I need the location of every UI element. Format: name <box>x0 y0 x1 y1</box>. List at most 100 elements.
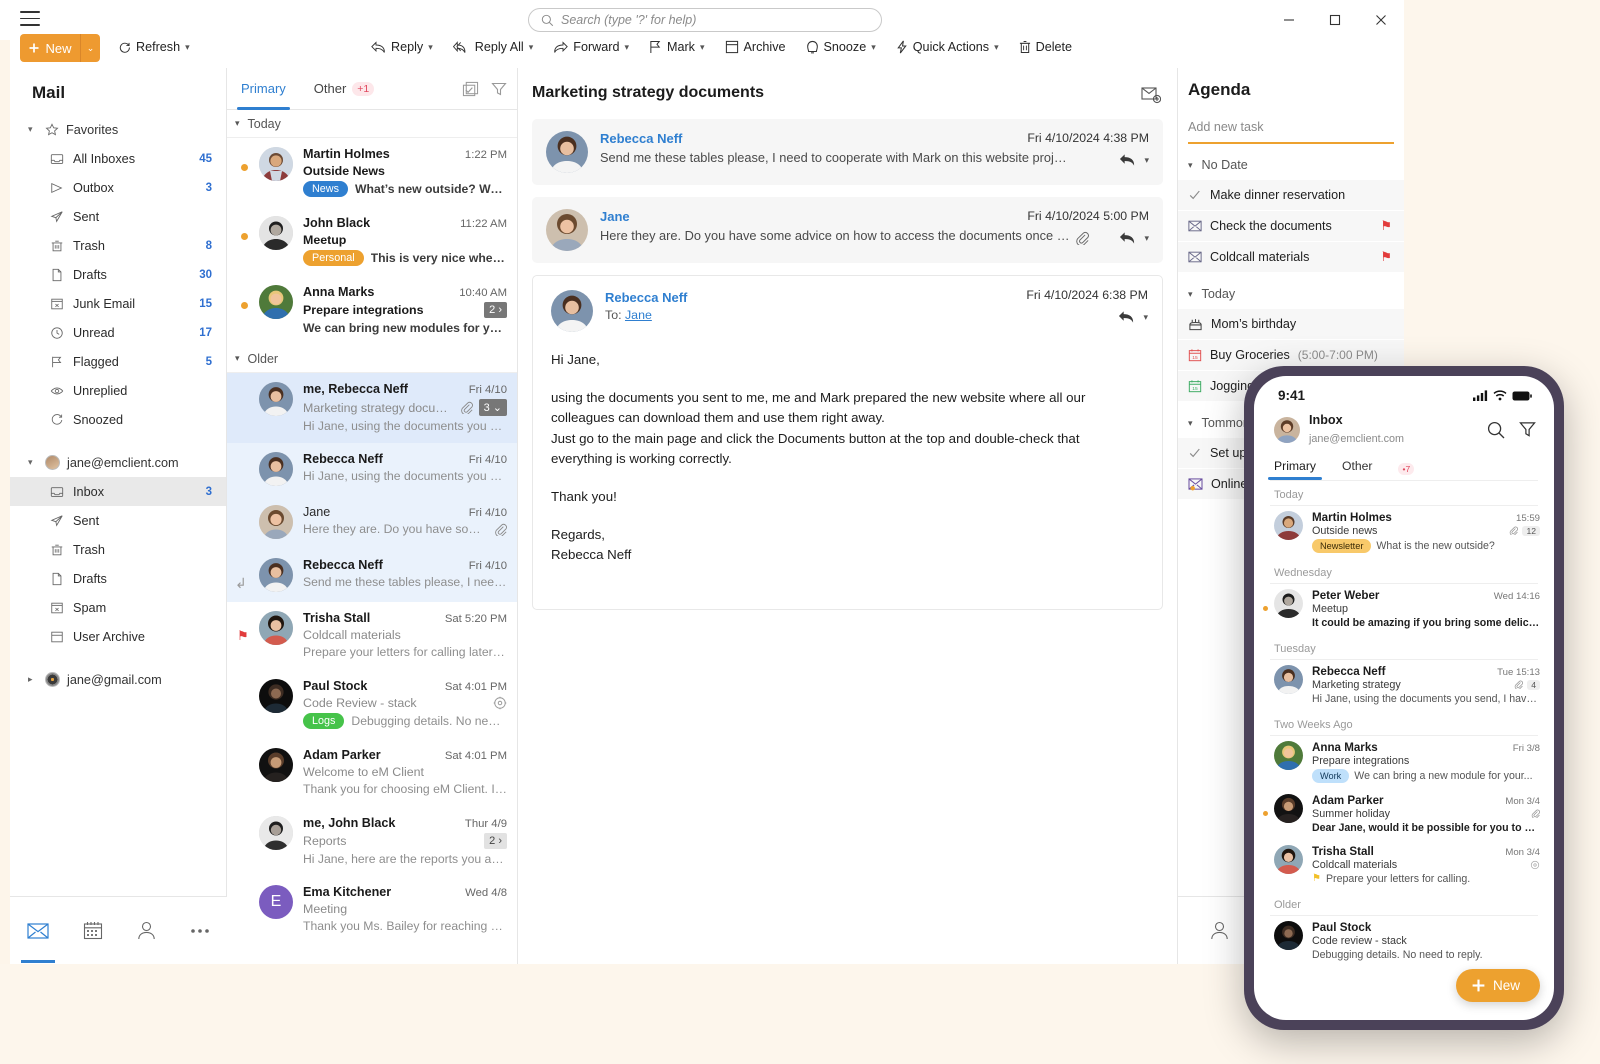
avatar-photo <box>259 285 293 319</box>
nav-contacts-button[interactable] <box>127 915 166 946</box>
mobile-list-item[interactable]: Rebecca Neff Tue 15:13 Marketing strategy… <box>1254 660 1554 711</box>
list-item[interactable]: Rebecca Neff Fri 4/10 Hi Jane, using the … <box>227 443 517 496</box>
mark-button[interactable]: Mark ▾ <box>643 36 711 58</box>
mobile-tab-other[interactable]: Other <box>1342 459 1372 480</box>
new-dropdown-button[interactable]: ⌄ <box>80 34 100 62</box>
list-item[interactable]: John Black 11:22 AM Meetup Personal This … <box>227 207 517 276</box>
select-all-icon[interactable] <box>462 81 479 97</box>
sidebar-item-junk-email[interactable]: Junk Email 15 <box>10 289 226 318</box>
sidebar-item-drafts[interactable]: Drafts 30 <box>10 260 226 289</box>
snooze-button[interactable]: Snooze ▾ <box>800 36 882 58</box>
mobile-list-item[interactable]: Anna Marks Fri 3/8 Prepare integrations W… <box>1254 736 1554 789</box>
search-input[interactable]: Search (type '?' for help) <box>528 8 882 32</box>
refresh-button[interactable]: Refresh ▾ <box>112 36 196 58</box>
mobile-list-item[interactable]: Martin Holmes 15:59 Outside news 12 Newsl… <box>1254 506 1554 559</box>
list-item[interactable]: Jane Fri 4/10 Here they are. Do you have … <box>227 496 517 549</box>
list-item[interactable]: Adam Parker Sat 4:01 PM Welcome to eM Cli… <box>227 739 517 807</box>
list-group-today[interactable]: ▾ Today <box>227 110 517 138</box>
nav-calendar-button[interactable] <box>73 915 113 946</box>
reply-all-button[interactable]: Reply All ▾ <box>447 36 540 58</box>
list-item[interactable]: Paul Stock Sat 4:01 PM Code Review - stac… <box>227 670 517 739</box>
message-collapsed[interactable]: Rebecca Neff Send me these tables please… <box>532 119 1163 185</box>
list-item[interactable]: Anna Marks 10:40 AM Prepare integrations … <box>227 276 517 345</box>
sidebar-item-inbox[interactable]: Inbox 3 <box>10 477 226 506</box>
reply-button[interactable]: Reply ▾ <box>365 36 439 58</box>
sidebar-item-flagged[interactable]: Flagged 5 <box>10 347 226 376</box>
list-group-older[interactable]: ▾ Older <box>227 345 517 373</box>
filter-icon[interactable] <box>1519 421 1536 438</box>
sidebar-item-trash[interactable]: Trash 8 <box>10 231 226 260</box>
mobile-tab-primary[interactable]: Primary <box>1268 459 1322 480</box>
avatar-photo <box>1274 844 1303 874</box>
new-button[interactable]: New <box>20 34 80 62</box>
sidebar-account-emclient[interactable]: ▾ jane@emclient.com <box>10 448 226 477</box>
chevron-down-icon[interactable]: ▾ <box>1144 155 1149 166</box>
nav-mail-button[interactable] <box>17 917 59 963</box>
email-client-window: Search (type '?' for help) New ⌄ Refresh… <box>0 0 1404 964</box>
tab-other[interactable]: Other +1 <box>300 68 389 110</box>
list-item[interactable]: E Ema Kitchener Wed 4/8 Meeting Thank you… <box>227 876 517 944</box>
list-item[interactable]: ↲ Rebecca Neff Fri 4/10 Send me these tab… <box>227 549 517 602</box>
sidebar-item-unread[interactable]: Unread 17 <box>10 318 226 347</box>
quick-actions-button[interactable]: Quick Actions ▾ <box>890 36 1005 58</box>
nav-contacts-button[interactable] <box>1200 915 1239 946</box>
mobile-list-item[interactable]: Trisha Stall Mon 3/4 Coldcall materials ⚑… <box>1254 840 1554 891</box>
sidebar-account-gmail[interactable]: ▸ jane@gmail.com <box>10 665 226 694</box>
sidebar-item-user-archive[interactable]: User Archive <box>10 622 226 651</box>
sidebar-item-outbox[interactable]: Outbox 3 <box>10 173 226 202</box>
hamburger-icon[interactable] <box>20 11 40 27</box>
reply-icon[interactable] <box>1119 153 1136 167</box>
flag-icon[interactable]: ⚑ <box>237 628 249 644</box>
flag-icon[interactable]: ⚑ <box>1380 249 1392 265</box>
mobile-new-button[interactable]: New <box>1455 969 1540 1002</box>
list-item[interactable]: me, John Black Thur 4/9 Reports 2 › Hi Ja… <box>227 807 517 876</box>
check-icon[interactable] <box>1188 446 1202 460</box>
attachment-icon[interactable] <box>1075 231 1089 245</box>
agenda-task[interactable]: Check the documents ⚑ <box>1178 211 1404 242</box>
mobile-list-item-body: Martin Holmes 15:59 Outside news 12 Newsl… <box>1312 511 1540 553</box>
chevron-down-icon[interactable]: ▾ <box>1144 233 1149 244</box>
sidebar-item-snoozed[interactable]: Snoozed <box>10 405 226 434</box>
sidebar-item-trash-account1[interactable]: Trash <box>10 535 226 564</box>
reply-icon[interactable] <box>1119 231 1136 245</box>
sidebar-item-spam[interactable]: Spam <box>10 593 226 622</box>
mobile-list-item[interactable]: Adam Parker Mon 3/4 Summer holiday Dear J… <box>1254 789 1554 840</box>
list-item-thread-count[interactable]: 2 › <box>484 302 507 318</box>
filter-icon[interactable] <box>491 81 507 97</box>
archive-button[interactable]: Archive <box>719 36 792 58</box>
flag-icon[interactable]: ⚑ <box>1380 218 1392 234</box>
mobile-list-item-tag: Newsletter <box>1312 538 1372 553</box>
mobile-list-item[interactable]: Peter Weber Wed 14:16 Meetup It could be … <box>1254 584 1554 635</box>
list-item-thread-count[interactable]: 3 ⌄ <box>478 399 507 416</box>
agenda-task[interactable]: Make dinner reservation <box>1178 180 1404 211</box>
sidebar-item-drafts-account1[interactable]: Drafts <box>10 564 226 593</box>
sidebar-item-sent[interactable]: Sent <box>10 202 226 231</box>
agenda-event[interactable]: Mom’s birthday <box>1178 309 1404 340</box>
mark-read-icon[interactable] <box>1141 86 1161 104</box>
add-task-input[interactable]: Add new task <box>1188 114 1394 144</box>
agenda-task[interactable]: Coldcall materials ⚑ <box>1178 242 1404 273</box>
sidebar-group-favorites[interactable]: ▾ Favorites <box>10 115 226 144</box>
sidebar-item-sent-account1[interactable]: Sent <box>10 506 226 535</box>
check-icon[interactable] <box>1188 188 1202 202</box>
list-item[interactable]: Martin Holmes 1:22 PM Outside News News W… <box>227 138 517 207</box>
agenda-group-no-date[interactable]: ▾ No Date <box>1178 150 1404 180</box>
agenda-group-today[interactable]: ▾ Today <box>1178 279 1404 309</box>
mobile-list-item[interactable]: Paul Stock Code review - stack Debugging… <box>1254 916 1554 967</box>
list-item[interactable]: me, Rebecca Neff Fri 4/10 Marketing strat… <box>227 373 517 443</box>
avatar[interactable] <box>1274 416 1300 443</box>
reply-icon[interactable] <box>1118 310 1135 324</box>
sidebar-item-unreplied[interactable]: Unreplied <box>10 376 226 405</box>
search-icon[interactable] <box>1487 421 1505 439</box>
attachment-icon <box>1510 526 1519 536</box>
list-item[interactable]: ⚑ Trisha Stall Sat 5:20 PM Coldcall mater… <box>227 602 517 670</box>
forward-button[interactable]: Forward ▾ <box>547 36 635 58</box>
nav-more-button[interactable] <box>180 922 220 940</box>
message-collapsed[interactable]: Jane Here they are. Do you have some adv… <box>532 197 1163 263</box>
list-item-thread-count[interactable]: 2 › <box>484 833 507 849</box>
recipient-link[interactable]: Jane <box>625 308 652 322</box>
chevron-down-icon[interactable]: ▾ <box>1143 312 1148 323</box>
sidebar-item-all-inboxes[interactable]: All Inboxes 45 <box>10 144 226 173</box>
delete-button[interactable]: Delete <box>1013 36 1078 58</box>
tab-primary[interactable]: Primary <box>227 68 300 110</box>
